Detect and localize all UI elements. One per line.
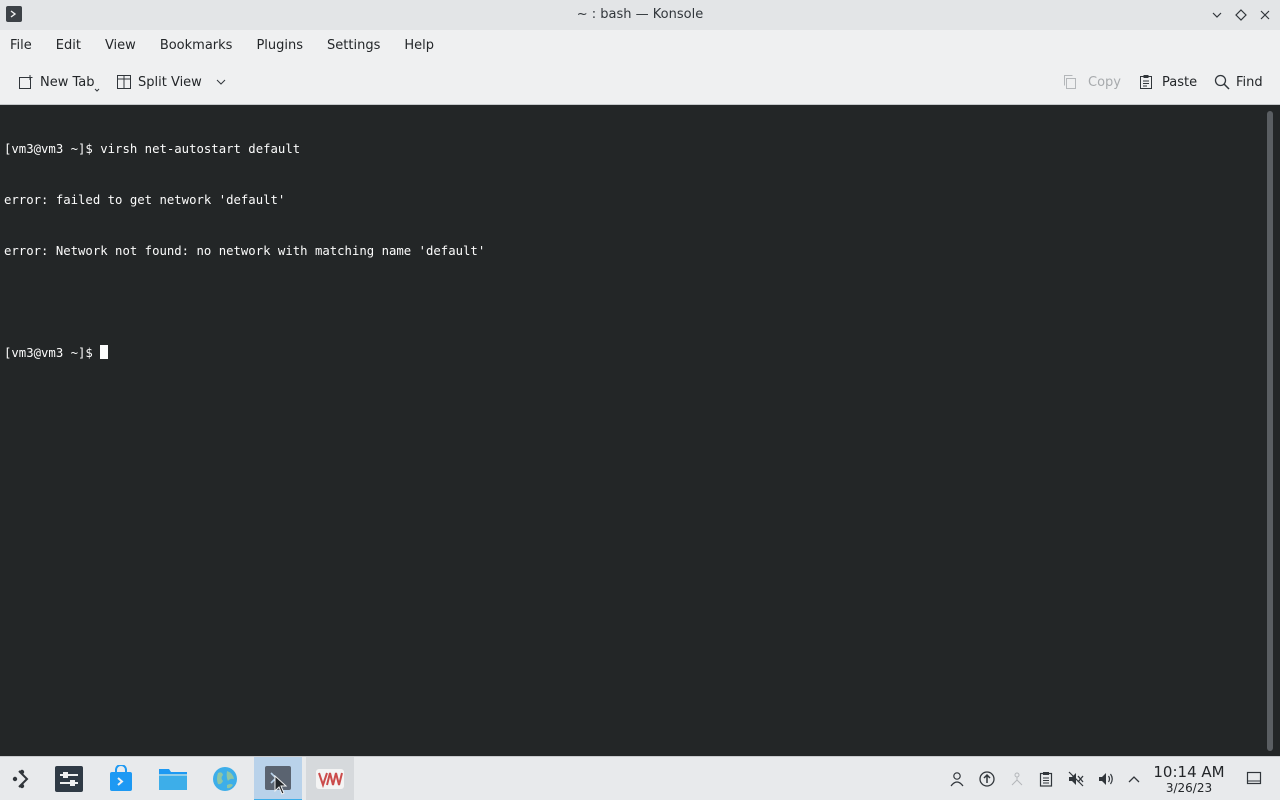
file-manager-icon xyxy=(159,769,187,790)
file-manager-button[interactable] xyxy=(155,761,191,797)
volume-icon xyxy=(1099,773,1113,785)
web-browser-button[interactable] xyxy=(207,761,243,797)
split-view-icon xyxy=(117,75,131,89)
network-disabled-icon xyxy=(1011,772,1023,786)
system-settings-button[interactable] xyxy=(51,761,87,797)
user-icon xyxy=(950,772,964,787)
terminal-scrollbar[interactable] xyxy=(1264,105,1280,756)
terminal-prompt-line: [vm3@vm3 ~]$ xyxy=(4,345,1260,362)
minimize-icon xyxy=(1212,12,1222,18)
menu-edit[interactable]: Edit xyxy=(50,34,87,57)
menu-bar: File Edit View Bookmarks Plugins Setting… xyxy=(0,30,1280,60)
menu-file[interactable]: File xyxy=(4,34,38,57)
mouse-pointer-icon xyxy=(274,775,288,795)
menu-help[interactable]: Help xyxy=(398,34,440,57)
split-view-label: Split View xyxy=(138,74,202,90)
new-tab-menu-arrow-icon[interactable] xyxy=(94,87,100,93)
find-button[interactable]: Find xyxy=(1214,70,1263,94)
window-title: ~ : bash — Konsole xyxy=(576,7,704,22)
menu-view[interactable]: View xyxy=(99,34,142,57)
maximize-button[interactable] xyxy=(1232,6,1250,24)
window-titlebar[interactable]: ~ : bash — Konsole xyxy=(0,0,1280,30)
new-tab-icon xyxy=(19,75,33,89)
paste-icon xyxy=(1140,75,1152,89)
minimize-button[interactable] xyxy=(1208,6,1226,24)
new-tab-label: New Tab xyxy=(40,74,95,90)
paste-button[interactable]: Paste xyxy=(1138,70,1197,94)
show-desktop-button[interactable] xyxy=(1244,768,1264,788)
menu-settings[interactable]: Settings xyxy=(321,34,386,57)
expand-tray-icon xyxy=(1128,776,1140,783)
terminal-view[interactable]: [vm3@vm3 ~]$ virsh net-autostart default… xyxy=(0,105,1264,756)
paste-label: Paste xyxy=(1162,74,1198,90)
user-tray-button[interactable] xyxy=(947,769,967,789)
volume-tray-button[interactable] xyxy=(1096,769,1116,789)
clock-date: 3/26/23 xyxy=(1165,781,1213,795)
find-label: Find xyxy=(1236,74,1263,90)
split-view-button[interactable]: Split View xyxy=(116,70,226,94)
terminal-cursor xyxy=(100,345,109,359)
close-icon xyxy=(1260,10,1270,20)
new-tab-button[interactable]: New Tab xyxy=(18,70,95,94)
updates-tray-button[interactable] xyxy=(977,769,997,789)
copy-icon xyxy=(1064,75,1076,89)
menu-plugins[interactable]: Plugins xyxy=(250,34,309,57)
digital-clock[interactable]: 10:14 AM 3/26/23 xyxy=(1148,763,1230,795)
maximize-icon xyxy=(1235,9,1247,21)
taskbar: 10:14 AM 3/26/23 xyxy=(0,756,1280,800)
discover-store-button[interactable] xyxy=(103,761,139,797)
audio-muted-icon xyxy=(1068,771,1084,787)
expand-tray-button[interactable] xyxy=(1124,769,1144,789)
system-settings-icon xyxy=(55,766,83,792)
terminal-line: [vm3@vm3 ~]$ virsh net-autostart default xyxy=(4,142,301,156)
application-launcher-button[interactable] xyxy=(4,761,40,797)
menu-bookmarks[interactable]: Bookmarks xyxy=(154,34,239,57)
clipboard-icon xyxy=(1039,772,1053,787)
clipboard-tray-button[interactable] xyxy=(1036,769,1056,789)
show-desktop-icon xyxy=(1246,771,1262,785)
copy-button[interactable]: Copy xyxy=(1062,70,1121,94)
clock-time: 10:14 AM xyxy=(1153,763,1225,781)
virt-manager-task-button[interactable] xyxy=(306,757,354,800)
search-icon xyxy=(1214,74,1230,90)
main-toolbar: New Tab Split View Copy Paste Find xyxy=(0,60,1280,105)
web-browser-icon xyxy=(213,767,237,791)
application-launcher-icon xyxy=(12,769,29,789)
audio-input-tray-button[interactable] xyxy=(1066,769,1086,789)
network-tray-button[interactable] xyxy=(1007,769,1027,789)
virt-manager-icon xyxy=(316,769,344,789)
updates-icon xyxy=(979,771,995,787)
chevron-down-icon xyxy=(216,79,226,85)
discover-store-icon xyxy=(110,765,132,791)
terminal-line: error: failed to get network 'default' xyxy=(4,193,286,207)
scrollbar-thumb[interactable] xyxy=(1267,111,1273,751)
copy-label: Copy xyxy=(1088,74,1121,90)
terminal-line: error: Network not found: no network wit… xyxy=(4,244,486,258)
close-button[interactable] xyxy=(1256,6,1274,24)
terminal-prompt: [vm3@vm3 ~]$ xyxy=(4,346,101,360)
